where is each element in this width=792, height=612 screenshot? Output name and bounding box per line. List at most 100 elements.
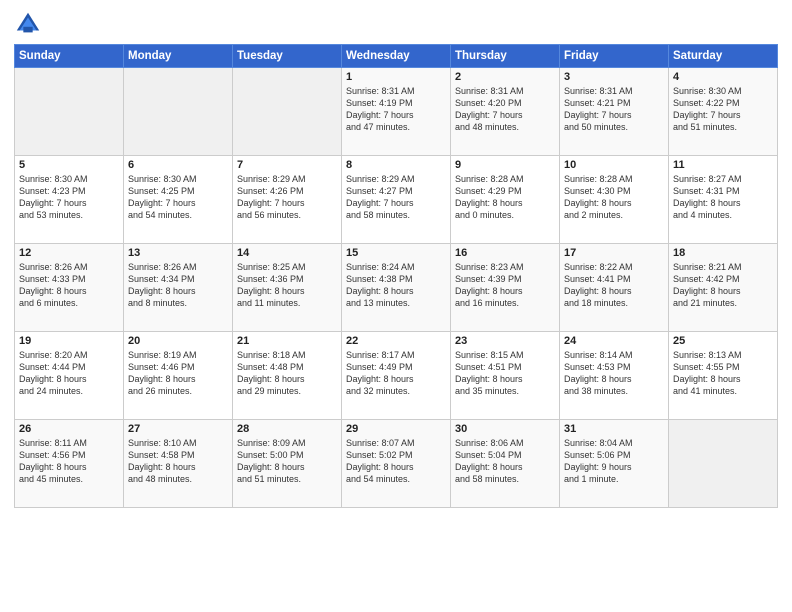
day-number: 4	[673, 71, 773, 83]
calendar-cell: 25 Sunrise: 8:13 AM Sunset: 4:55 PM Dayli…	[669, 332, 778, 420]
day-number: 23	[455, 335, 555, 347]
weekday-header-monday: Monday	[124, 45, 233, 68]
day-number: 3	[564, 71, 664, 83]
weekday-header-wednesday: Wednesday	[342, 45, 451, 68]
calendar-week-2: 5Sunrise: 8:30 AM Sunset: 4:23 PM Daylig…	[15, 156, 778, 244]
calendar-cell: 28 Sunrise: 8:09 AM Sunset: 5:00 PM Dayli…	[233, 420, 342, 508]
calendar-cell: 4 Sunrise: 8:30 AM Sunset: 4:22 PM Daylig…	[669, 68, 778, 156]
day-number: 22	[346, 335, 446, 347]
calendar-cell: 10Sunrise: 8:28 AM Sunset: 4:30 PM Dayli…	[560, 156, 669, 244]
day-number: 18	[673, 247, 773, 259]
calendar-cell: 26 Sunrise: 8:11 AM Sunset: 4:56 PM Dayli…	[15, 420, 124, 508]
day-number: 7	[237, 159, 337, 171]
day-info: Sunrise: 8:24 AM Sunset: 4:38 PM Dayligh…	[346, 261, 446, 310]
day-number: 29	[346, 423, 446, 435]
calendar-week-3: 12 Sunrise: 8:26 AM Sunset: 4:33 PM Dayli…	[15, 244, 778, 332]
day-number: 8	[346, 159, 446, 171]
day-info: Sunrise: 8:26 AM Sunset: 4:34 PM Dayligh…	[128, 261, 228, 310]
day-info: Sunrise: 8:31 AM Sunset: 4:19 PM Dayligh…	[346, 85, 446, 134]
calendar-cell: 29 Sunrise: 8:07 AM Sunset: 5:02 PM Dayli…	[342, 420, 451, 508]
calendar-cell	[124, 68, 233, 156]
calendar-cell: 17 Sunrise: 8:22 AM Sunset: 4:41 PM Dayli…	[560, 244, 669, 332]
calendar-week-5: 26 Sunrise: 8:11 AM Sunset: 4:56 PM Dayli…	[15, 420, 778, 508]
day-info: Sunrise: 8:17 AM Sunset: 4:49 PM Dayligh…	[346, 349, 446, 398]
day-number: 9	[455, 159, 555, 171]
calendar-cell: 3 Sunrise: 8:31 AM Sunset: 4:21 PM Daylig…	[560, 68, 669, 156]
day-info: Sunrise: 8:22 AM Sunset: 4:41 PM Dayligh…	[564, 261, 664, 310]
day-info: Sunrise: 8:21 AM Sunset: 4:42 PM Dayligh…	[673, 261, 773, 310]
day-number: 14	[237, 247, 337, 259]
day-info: Sunrise: 8:29 AM Sunset: 4:27 PM Dayligh…	[346, 173, 446, 222]
day-info: Sunrise: 8:11 AM Sunset: 4:56 PM Dayligh…	[19, 437, 119, 486]
header	[14, 10, 778, 38]
day-info: Sunrise: 8:26 AM Sunset: 4:33 PM Dayligh…	[19, 261, 119, 310]
day-info: Sunrise: 8:30 AM Sunset: 4:25 PM Dayligh…	[128, 173, 228, 222]
calendar-cell: 24Sunrise: 8:14 AM Sunset: 4:53 PM Dayli…	[560, 332, 669, 420]
calendar-cell: 21Sunrise: 8:18 AM Sunset: 4:48 PM Dayli…	[233, 332, 342, 420]
day-info: Sunrise: 8:04 AM Sunset: 5:06 PM Dayligh…	[564, 437, 664, 486]
day-number: 31	[564, 423, 664, 435]
day-number: 17	[564, 247, 664, 259]
weekday-header-friday: Friday	[560, 45, 669, 68]
calendar-cell: 6 Sunrise: 8:30 AM Sunset: 4:25 PM Daylig…	[124, 156, 233, 244]
day-info: Sunrise: 8:09 AM Sunset: 5:00 PM Dayligh…	[237, 437, 337, 486]
calendar-table: SundayMondayTuesdayWednesdayThursdayFrid…	[14, 44, 778, 508]
calendar-cell: 5Sunrise: 8:30 AM Sunset: 4:23 PM Daylig…	[15, 156, 124, 244]
day-number: 12	[19, 247, 119, 259]
calendar-cell: 8 Sunrise: 8:29 AM Sunset: 4:27 PM Daylig…	[342, 156, 451, 244]
calendar-cell: 15 Sunrise: 8:24 AM Sunset: 4:38 PM Dayli…	[342, 244, 451, 332]
day-number: 15	[346, 247, 446, 259]
calendar-cell: 12 Sunrise: 8:26 AM Sunset: 4:33 PM Dayli…	[15, 244, 124, 332]
day-number: 5	[19, 159, 119, 171]
calendar-cell	[669, 420, 778, 508]
day-number: 6	[128, 159, 228, 171]
day-info: Sunrise: 8:28 AM Sunset: 4:30 PM Dayligh…	[564, 173, 664, 222]
day-info: Sunrise: 8:29 AM Sunset: 4:26 PM Dayligh…	[237, 173, 337, 222]
calendar-week-4: 19Sunrise: 8:20 AM Sunset: 4:44 PM Dayli…	[15, 332, 778, 420]
calendar-cell: 19Sunrise: 8:20 AM Sunset: 4:44 PM Dayli…	[15, 332, 124, 420]
day-number: 11	[673, 159, 773, 171]
day-info: Sunrise: 8:25 AM Sunset: 4:36 PM Dayligh…	[237, 261, 337, 310]
calendar-cell: 30Sunrise: 8:06 AM Sunset: 5:04 PM Dayli…	[451, 420, 560, 508]
calendar-cell	[233, 68, 342, 156]
weekday-header-sunday: Sunday	[15, 45, 124, 68]
calendar-cell: 2Sunrise: 8:31 AM Sunset: 4:20 PM Daylig…	[451, 68, 560, 156]
calendar-body: 1Sunrise: 8:31 AM Sunset: 4:19 PM Daylig…	[15, 68, 778, 508]
day-number: 26	[19, 423, 119, 435]
weekday-header-saturday: Saturday	[669, 45, 778, 68]
logo	[14, 10, 46, 38]
calendar-cell: 23 Sunrise: 8:15 AM Sunset: 4:51 PM Dayli…	[451, 332, 560, 420]
weekday-header-row: SundayMondayTuesdayWednesdayThursdayFrid…	[15, 45, 778, 68]
calendar-cell: 13 Sunrise: 8:26 AM Sunset: 4:34 PM Dayli…	[124, 244, 233, 332]
day-info: Sunrise: 8:23 AM Sunset: 4:39 PM Dayligh…	[455, 261, 555, 310]
day-info: Sunrise: 8:30 AM Sunset: 4:22 PM Dayligh…	[673, 85, 773, 134]
day-number: 27	[128, 423, 228, 435]
calendar-cell: 31 Sunrise: 8:04 AM Sunset: 5:06 PM Dayli…	[560, 420, 669, 508]
day-info: Sunrise: 8:20 AM Sunset: 4:44 PM Dayligh…	[19, 349, 119, 398]
day-number: 20	[128, 335, 228, 347]
calendar-cell: 18 Sunrise: 8:21 AM Sunset: 4:42 PM Dayli…	[669, 244, 778, 332]
calendar-header: SundayMondayTuesdayWednesdayThursdayFrid…	[15, 45, 778, 68]
day-number: 2	[455, 71, 555, 83]
day-info: Sunrise: 8:31 AM Sunset: 4:21 PM Dayligh…	[564, 85, 664, 134]
calendar-cell: 11 Sunrise: 8:27 AM Sunset: 4:31 PM Dayli…	[669, 156, 778, 244]
day-info: Sunrise: 8:28 AM Sunset: 4:29 PM Dayligh…	[455, 173, 555, 222]
calendar-cell: 27 Sunrise: 8:10 AM Sunset: 4:58 PM Dayli…	[124, 420, 233, 508]
calendar-cell: 7 Sunrise: 8:29 AM Sunset: 4:26 PM Daylig…	[233, 156, 342, 244]
day-info: Sunrise: 8:15 AM Sunset: 4:51 PM Dayligh…	[455, 349, 555, 398]
day-info: Sunrise: 8:13 AM Sunset: 4:55 PM Dayligh…	[673, 349, 773, 398]
day-info: Sunrise: 8:19 AM Sunset: 4:46 PM Dayligh…	[128, 349, 228, 398]
weekday-header-tuesday: Tuesday	[233, 45, 342, 68]
calendar-cell: 1Sunrise: 8:31 AM Sunset: 4:19 PM Daylig…	[342, 68, 451, 156]
day-number: 13	[128, 247, 228, 259]
calendar-cell: 14 Sunrise: 8:25 AM Sunset: 4:36 PM Dayli…	[233, 244, 342, 332]
day-number: 25	[673, 335, 773, 347]
calendar-week-1: 1Sunrise: 8:31 AM Sunset: 4:19 PM Daylig…	[15, 68, 778, 156]
day-info: Sunrise: 8:10 AM Sunset: 4:58 PM Dayligh…	[128, 437, 228, 486]
day-number: 28	[237, 423, 337, 435]
day-number: 21	[237, 335, 337, 347]
day-info: Sunrise: 8:14 AM Sunset: 4:53 PM Dayligh…	[564, 349, 664, 398]
day-info: Sunrise: 8:27 AM Sunset: 4:31 PM Dayligh…	[673, 173, 773, 222]
day-info: Sunrise: 8:07 AM Sunset: 5:02 PM Dayligh…	[346, 437, 446, 486]
day-number: 16	[455, 247, 555, 259]
